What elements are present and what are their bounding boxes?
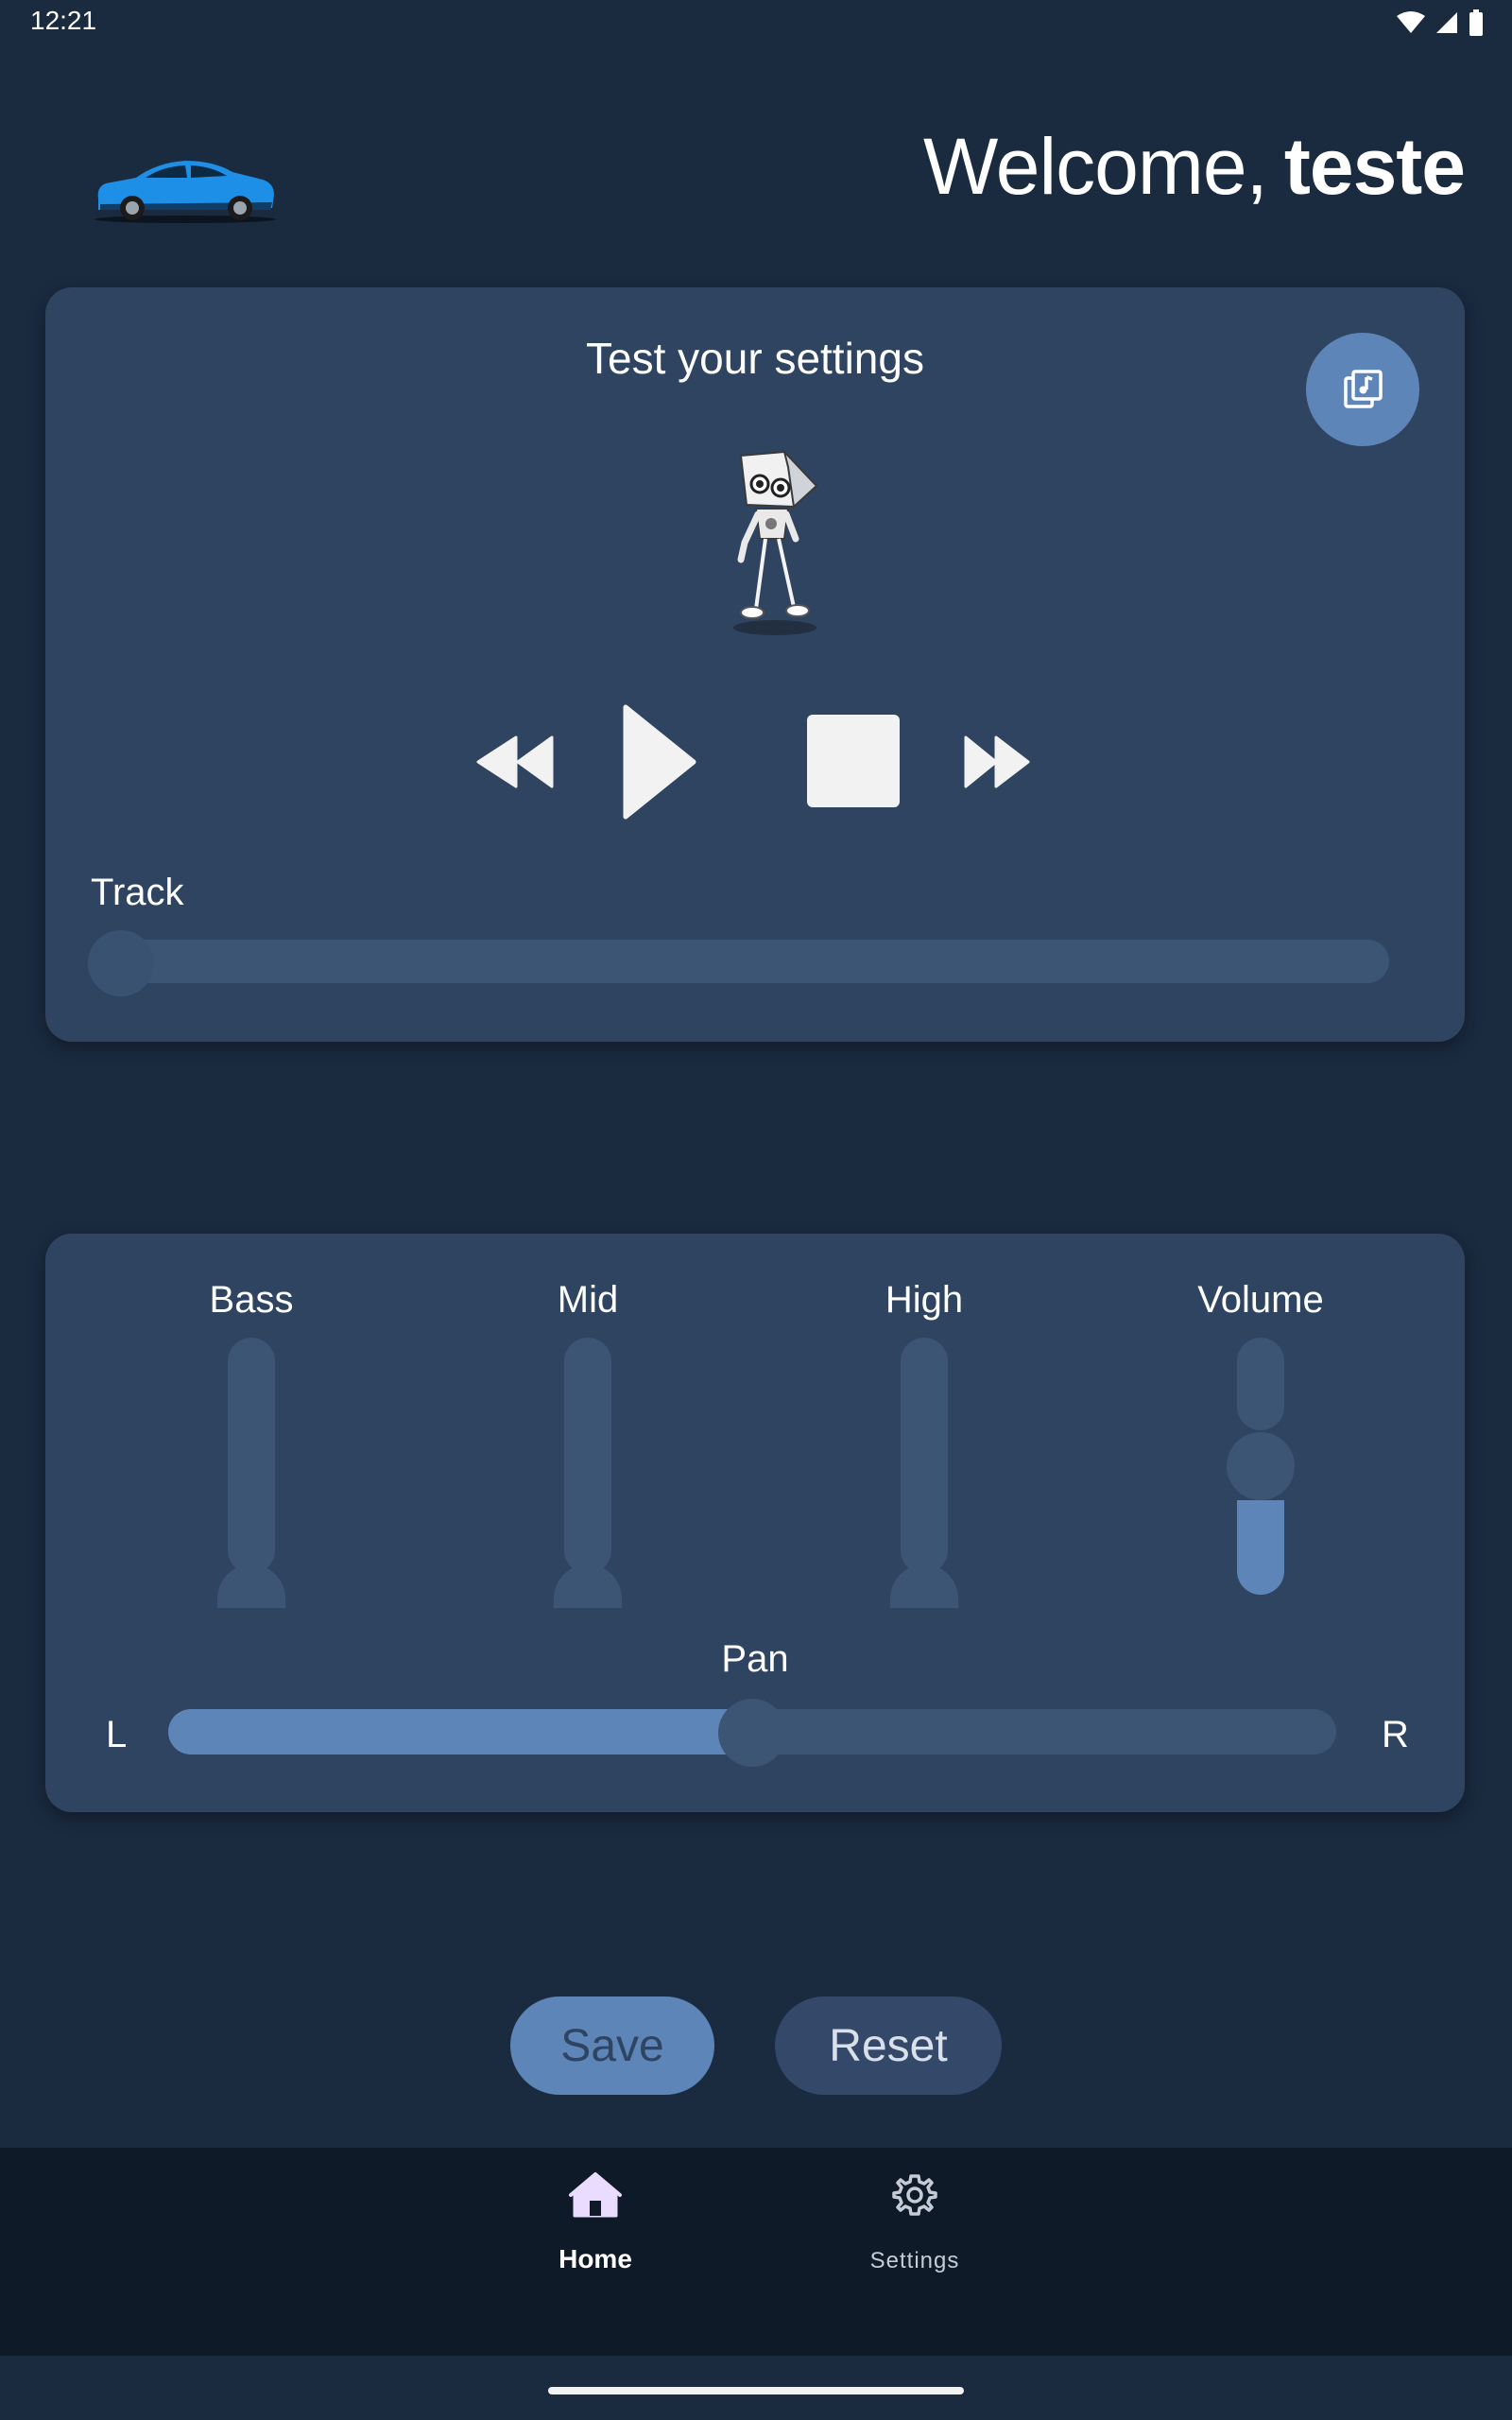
wifi-icon [1397,11,1425,33]
mid-slider-thumb[interactable] [554,1564,622,1608]
track-slider[interactable] [93,940,1389,983]
equalizer-card: Bass Mid High Volume Pan L R [45,1234,1465,1812]
play-icon[interactable] [622,703,697,821]
welcome-username: teste [1283,122,1466,211]
high-slider[interactable] [901,1338,948,1574]
welcome-heading: Welcome, teste [923,121,1466,213]
rewind-icon[interactable] [476,735,556,788]
volume-label: Volume [1197,1279,1324,1321]
pan-right-label: R [1382,1714,1409,1755]
status-time: 12:21 [30,6,97,35]
status-icons [1397,9,1484,36]
save-button[interactable]: Save [510,1996,714,2095]
nav-settings[interactable]: Settings [811,2148,1019,2356]
home-icon [569,2172,622,2218]
gesture-bar[interactable] [548,2387,964,2394]
pan-label: Pan [721,1638,789,1680]
high-slider-thumb[interactable] [890,1564,958,1608]
pan-slider-fill [168,1709,752,1754]
welcome-prefix: Welcome, [923,122,1268,211]
gear-icon [892,2174,937,2216]
nav-settings-label: Settings [869,2248,960,2273]
track-slider-thumb[interactable] [88,930,154,996]
volume-slider-thumb[interactable] [1227,1432,1295,1500]
bottom-navigation: Home Settings [0,2148,1512,2356]
nav-home[interactable]: Home [491,2148,699,2356]
battery-icon [1469,9,1483,36]
track-label: Track [91,872,184,913]
pan-slider-thumb[interactable] [718,1699,786,1767]
stop-icon[interactable] [807,715,900,807]
fast-forward-icon[interactable] [964,735,1030,788]
nav-home-label: Home [558,2244,632,2273]
player-card: Test your settings Track [45,287,1465,1042]
mid-label: Mid [557,1279,619,1321]
playlist-button[interactable] [1306,333,1419,446]
volume-slider-fill [1237,1500,1284,1595]
status-bar: 12:21 [0,0,1512,45]
music-library-icon [1344,370,1383,408]
pan-left-label: L [106,1714,128,1755]
bass-label: Bass [209,1279,294,1321]
bass-slider[interactable] [228,1338,275,1574]
robot-mascot-image [733,448,818,635]
mid-slider[interactable] [564,1338,611,1574]
reset-button[interactable]: Reset [775,1996,1002,2095]
bass-slider-thumb[interactable] [217,1564,285,1608]
player-title: Test your settings [586,334,924,383]
signal-icon [1436,12,1457,33]
car-logo [94,161,276,223]
high-label: High [885,1279,964,1321]
playback-controls [45,694,1465,826]
volume-slider[interactable] [1237,1338,1284,1430]
